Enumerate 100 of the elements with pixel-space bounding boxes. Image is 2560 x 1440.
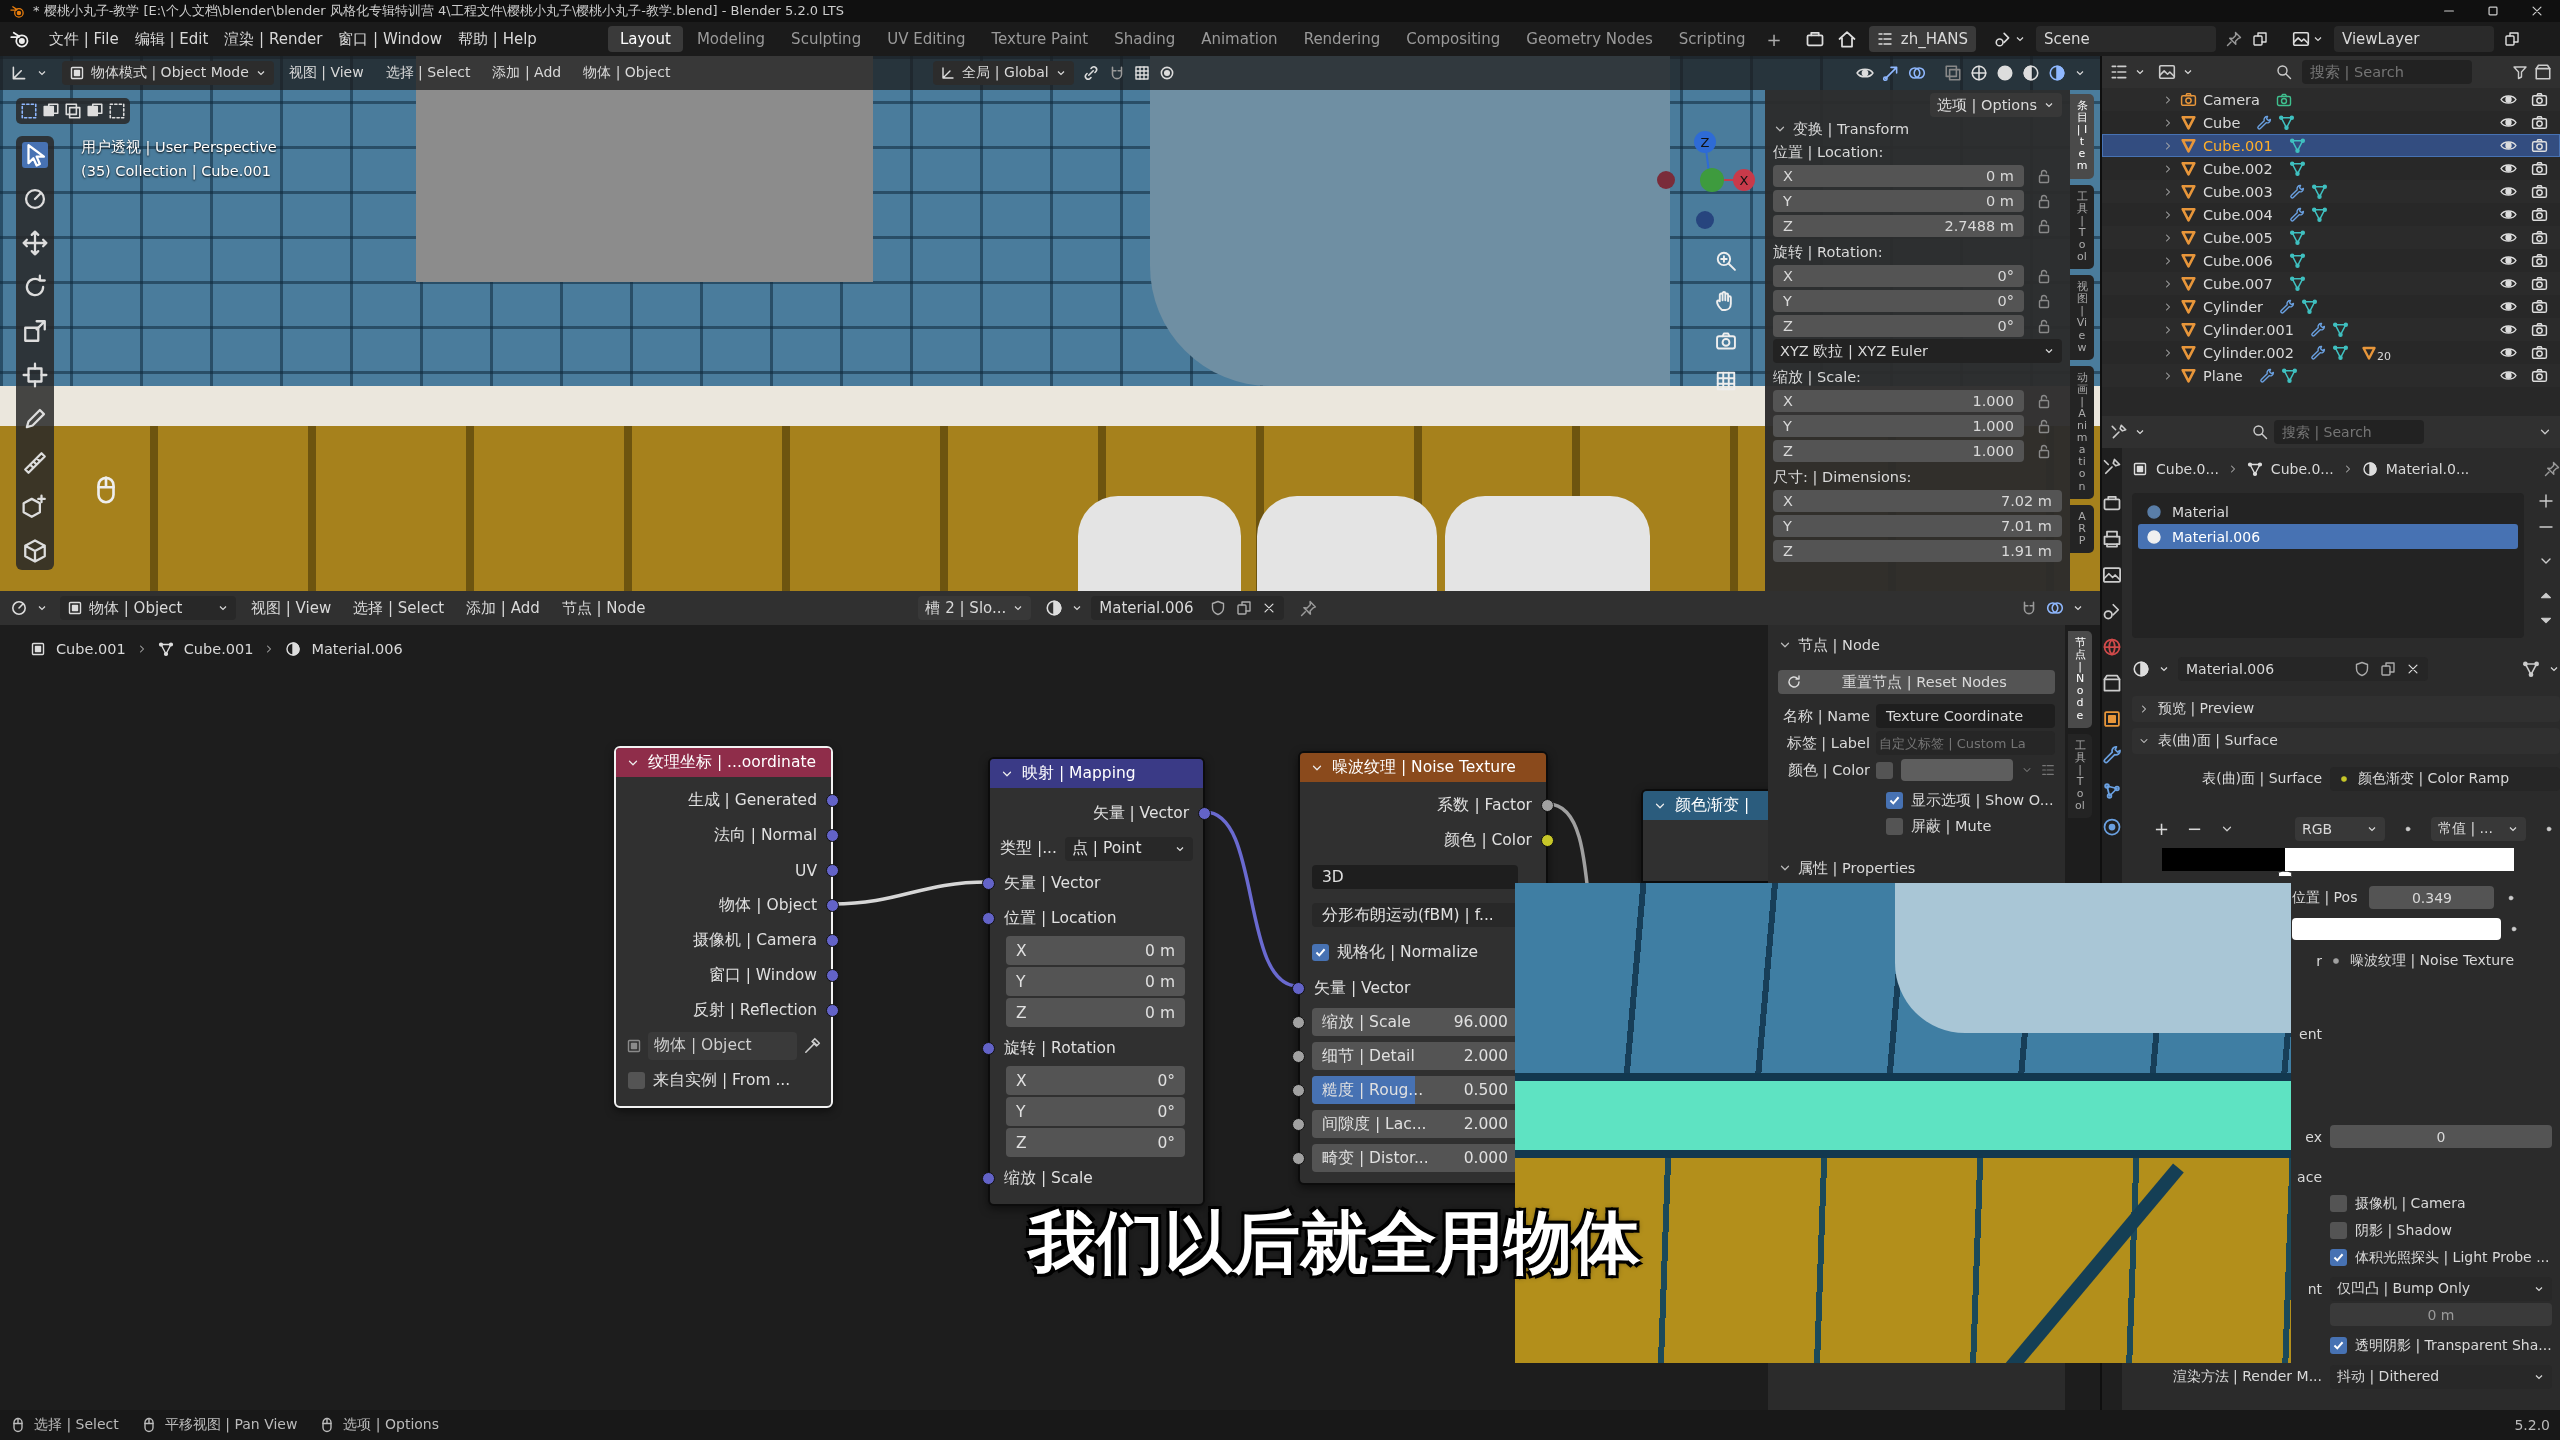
color-ramp-field[interactable]: 颜色渐变 | Color Ramp bbox=[2330, 766, 2560, 791]
number-field[interactable]: Z 1.000 bbox=[1773, 440, 2024, 462]
noise-type-dropdown[interactable]: 分形布朗运动(fBM) | f... bbox=[1312, 903, 1518, 927]
label-field[interactable]: 自定义标签 | Custom La bbox=[1876, 731, 2055, 755]
slot-dropdown[interactable]: 槽 2 | Slo... bbox=[918, 596, 1032, 620]
workspace-tab[interactable]: Shading bbox=[1102, 26, 1188, 52]
number-field[interactable]: Z 2.7488 m bbox=[1773, 215, 2024, 237]
number-field[interactable]: X 0 m bbox=[1006, 936, 1185, 965]
number-field[interactable]: Z 1.91 m bbox=[1773, 540, 2062, 562]
outliner-item[interactable]: Cube bbox=[2102, 111, 2560, 134]
options-dropdown[interactable]: 选项 | Options bbox=[1929, 93, 2062, 117]
menu-item[interactable]: 选择 | Select bbox=[346, 595, 452, 621]
view-layer-field[interactable]: ViewLayer bbox=[2334, 26, 2494, 52]
breadcrumb-item[interactable]: Cube.0... bbox=[2270, 461, 2334, 477]
material-slot[interactable]: Material.006 bbox=[2138, 524, 2518, 549]
breadcrumb-item[interactable]: Cube.001 bbox=[56, 641, 126, 657]
menu-item[interactable]: 文件 | File bbox=[42, 26, 126, 52]
side-tab[interactable]: 条目 | Item bbox=[2070, 94, 2094, 179]
remove-stop-button[interactable]: − bbox=[2187, 818, 2203, 839]
number-field[interactable]: X 1.000 bbox=[1773, 390, 2024, 412]
reset-nodes-button[interactable]: 重置节点 | Reset Nodes bbox=[1778, 670, 2055, 694]
outliner-item[interactable]: Cube.001 bbox=[2102, 134, 2560, 157]
add-workspace-button[interactable]: + bbox=[1759, 25, 1789, 53]
search-field[interactable]: 搜索 | Search bbox=[2274, 420, 2424, 444]
side-tab[interactable]: 工具 | Tool bbox=[2068, 733, 2092, 819]
number-field[interactable]: Y 0° bbox=[1773, 290, 2024, 312]
menu-item[interactable]: 物体 | Object bbox=[576, 61, 678, 85]
number-field[interactable]: 细节 | Detail 2.000 bbox=[1312, 1042, 1518, 1070]
menu-item[interactable]: 节点 | Node bbox=[554, 595, 653, 621]
scene-field[interactable]: Scene bbox=[2036, 26, 2216, 52]
material-field[interactable]: Material.006 bbox=[1091, 596, 1284, 620]
language-field[interactable]: zh_HANS bbox=[1868, 26, 1976, 52]
mode-dropdown[interactable]: 物体模式 | Object Mode bbox=[62, 61, 274, 85]
menu-item[interactable]: 编辑 | Edit bbox=[127, 26, 216, 52]
workspace-tab[interactable]: UV Editing bbox=[875, 26, 978, 52]
rotation-mode-dropdown[interactable]: XYZ 欧拉 | XYZ Euler bbox=[1773, 339, 2062, 363]
outliner-item[interactable]: Cube.002 bbox=[2102, 157, 2560, 180]
side-tab[interactable]: ARP bbox=[2070, 504, 2094, 553]
side-tab[interactable]: 视图 | View bbox=[2070, 275, 2094, 360]
color-mode-dropdown[interactable]: RGB bbox=[2295, 816, 2385, 841]
number-field[interactable]: Z 0° bbox=[1773, 315, 2024, 337]
number-field[interactable]: Y 0 m bbox=[1773, 190, 2024, 212]
menu-item[interactable]: 窗口 | Window bbox=[331, 26, 450, 52]
add-stop-button[interactable]: + bbox=[2154, 818, 2170, 839]
orientation-dropdown[interactable]: 全局 | Global bbox=[933, 61, 1074, 85]
number-field[interactable]: X 0 m bbox=[1773, 165, 2024, 187]
dimension-dropdown[interactable]: 3D bbox=[1312, 865, 1518, 889]
interpolation-dropdown[interactable]: 常值 | ... bbox=[2431, 816, 2526, 841]
number-field[interactable]: Z 0° bbox=[1006, 1128, 1185, 1157]
type-dropdown[interactable]: 点 | Point bbox=[1064, 836, 1193, 861]
object-type-dropdown[interactable]: 物体 | Object bbox=[60, 596, 236, 620]
number-field[interactable]: X 0° bbox=[1006, 1066, 1185, 1095]
outliner-item[interactable]: Cube.006 bbox=[2102, 249, 2560, 272]
name-field[interactable]: Texture Coordinate bbox=[1876, 704, 2055, 728]
menu-item[interactable]: 添加 | Add bbox=[459, 595, 547, 621]
side-tab[interactable]: 节点 | Node bbox=[2068, 631, 2092, 728]
workspace-tab[interactable]: Modeling bbox=[684, 26, 778, 52]
material-name-field[interactable]: Material.006 bbox=[2178, 656, 2428, 681]
number-field[interactable]: 畸变 | Distor... 0.000 bbox=[1312, 1144, 1518, 1172]
number-field[interactable]: Y 0° bbox=[1006, 1097, 1185, 1126]
workspace-tab[interactable]: Sculpting bbox=[779, 26, 874, 52]
search-field[interactable]: 搜索 | Search bbox=[2302, 60, 2472, 84]
workspace-tab[interactable]: Texture Paint bbox=[979, 26, 1101, 52]
side-tab[interactable]: 工具 | Tool bbox=[2070, 184, 2094, 270]
workspace-tab[interactable]: Animation bbox=[1189, 26, 1290, 52]
workspace-tab[interactable]: Geometry Nodes bbox=[1514, 26, 1665, 52]
panel-header[interactable]: 表(曲)面 | Surface bbox=[2132, 728, 2560, 754]
number-field[interactable]: X 0° bbox=[1773, 265, 2024, 287]
value-dropdown[interactable]: 抖动 | Dithered bbox=[2330, 1364, 2552, 1389]
number-field[interactable]: Y 7.01 m bbox=[1773, 515, 2062, 537]
input-link-field[interactable]: 噪波纹理 | Noise Texture bbox=[2330, 951, 2552, 970]
value-dropdown[interactable]: 仅凹凸 | Bump Only bbox=[2330, 1276, 2552, 1301]
menu-item[interactable]: 视图 | View bbox=[281, 61, 371, 85]
breadcrumb-item[interactable]: Material.0... bbox=[2385, 461, 2470, 477]
outliner-item[interactable]: Cube.004 bbox=[2102, 203, 2560, 226]
number-field[interactable]: Y 1.000 bbox=[1773, 415, 2024, 437]
breadcrumb-item[interactable]: Cube.001 bbox=[183, 641, 254, 657]
breadcrumb-item[interactable]: Cube.0... bbox=[2156, 461, 2219, 477]
number-field[interactable]: 0.349 bbox=[2369, 886, 2495, 909]
workspace-tab[interactable]: Rendering bbox=[1291, 26, 1393, 52]
panel-header[interactable]: 预览 | Preview bbox=[2132, 696, 2560, 722]
object-field[interactable]: 物体 | Object bbox=[648, 1031, 797, 1060]
workspace-tab[interactable]: Compositing bbox=[1394, 26, 1513, 52]
number-field[interactable]: 间隙度 | Lac... 2.000 bbox=[1312, 1110, 1518, 1138]
breadcrumb-item[interactable]: Material.006 bbox=[311, 641, 403, 657]
number-field[interactable]: Z 0 m bbox=[1006, 998, 1185, 1027]
menu-item[interactable]: 帮助 | Help bbox=[451, 26, 544, 52]
number-field[interactable]: 缩放 | Scale 96.000 bbox=[1312, 1008, 1518, 1036]
side-tab[interactable]: 动画 | Animation bbox=[2070, 365, 2094, 499]
outliner-item[interactable]: Cylinder.002 20 bbox=[2102, 341, 2560, 364]
workspace-tab[interactable]: Layout bbox=[607, 26, 683, 52]
navigation-gizmo[interactable]: Z X bbox=[1657, 131, 1755, 229]
number-field[interactable]: X 7.02 m bbox=[1773, 490, 2062, 512]
workspace-tab[interactable]: Scripting bbox=[1666, 26, 1758, 52]
number-field[interactable]: Y 0 m bbox=[1006, 967, 1185, 996]
menu-item[interactable]: 渲染 | Render bbox=[217, 26, 330, 52]
menu-item[interactable]: 视图 | View bbox=[244, 595, 339, 621]
menu-item[interactable]: 选择 | Select bbox=[378, 61, 478, 85]
outliner-item[interactable]: Cylinder bbox=[2102, 295, 2560, 318]
menu-item[interactable]: 添加 | Add bbox=[485, 61, 569, 85]
